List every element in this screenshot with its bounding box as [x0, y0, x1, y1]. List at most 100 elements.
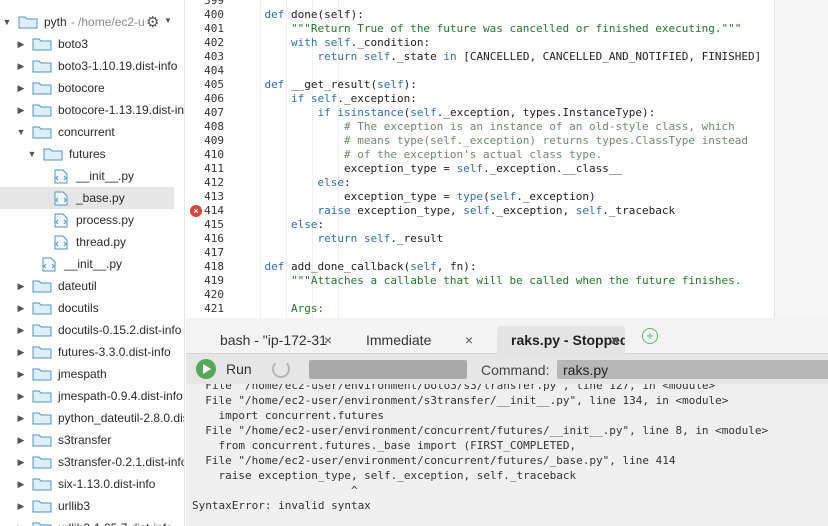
expand-right-icon[interactable]: ▶ [16, 39, 26, 50]
tree-folder[interactable]: ▶ botocore [0, 77, 184, 99]
line-gutter[interactable]: 399 400 401 402 403 404 405 406 407 408 409 410 411 4… [186, 0, 238, 318]
code-line[interactable]: with self._condition: [238, 36, 430, 50]
tree-item-label: docutils [58, 301, 99, 315]
folder-icon [32, 280, 52, 293]
code-line[interactable]: Args: [238, 302, 324, 316]
code-line[interactable]: else: [238, 176, 350, 190]
tree-folder[interactable]: ▶ boto3-1.10.19.dist-info [0, 55, 184, 77]
tree-folder[interactable]: ▶ urllib3-1.25.7.dist-info [0, 517, 184, 526]
code-line[interactable]: def __get_result(self): [238, 78, 417, 92]
code-line[interactable]: def done(self): [238, 8, 364, 22]
error-marker-icon[interactable]: × [190, 205, 202, 217]
expand-right-icon[interactable]: ▶ [16, 501, 26, 512]
tab-immediate[interactable]: Immediate × [352, 326, 479, 354]
tree-folder[interactable]: ▶ jmespath [0, 363, 184, 385]
code-line[interactable]: if self._exception: [238, 92, 417, 106]
close-icon[interactable]: × [465, 332, 473, 348]
code-line[interactable]: exception_type = self._exception.__class… [238, 162, 622, 176]
python-file-icon [54, 169, 68, 183]
expand-right-icon[interactable]: ▶ [16, 281, 26, 292]
runner-select[interactable] [309, 360, 467, 379]
code-line[interactable]: """Attaches a callable that will be call… [238, 274, 741, 288]
line-number: 401 [204, 22, 224, 35]
caret-down-icon[interactable]: ▼ [164, 16, 172, 25]
expand-right-icon[interactable]: ▶ [16, 347, 26, 358]
run-label: Run [226, 361, 252, 377]
expand-down-icon[interactable]: ▼ [27, 149, 37, 159]
expand-right-icon[interactable]: ▶ [16, 413, 26, 424]
code-token: else [317, 176, 344, 189]
code-token: ): [403, 78, 417, 91]
tree-folder[interactable]: ▼ concurrent [0, 121, 184, 143]
code-token: __get_result( [284, 78, 378, 91]
tree-folder[interactable]: ▶ docutils-0.15.2.dist-info [0, 319, 184, 341]
code-token: def [264, 78, 285, 91]
tree-file[interactable]: process.py [0, 209, 184, 231]
gear-icon[interactable]: ⚙ [146, 13, 159, 31]
code-line[interactable]: raise exception_type, self._exception, s… [238, 204, 675, 218]
tree-folder[interactable]: ▶ futures-3.3.0.dist-info [0, 341, 184, 363]
add-tab-icon[interactable]: + [642, 328, 658, 344]
code-line[interactable]: """Return True of the future was cancell… [238, 22, 741, 36]
tree-folder[interactable]: ▼ futures [0, 143, 184, 165]
folder-icon [32, 522, 52, 526]
run-button[interactable]: Run [196, 359, 252, 379]
expand-right-icon[interactable]: ▶ [16, 435, 26, 446]
code-line[interactable]: return self._result [238, 232, 443, 246]
tree-folder[interactable]: ▶ boto3 [0, 33, 184, 55]
tree-folder[interactable]: ▶ dateutil [0, 275, 184, 297]
code-line[interactable]: # The exception is an instance of an old… [238, 120, 735, 134]
tree-folder[interactable]: ▶ docutils [0, 297, 184, 319]
tree-folder[interactable]: ▶ jmespath-0.9.4.dist-info [0, 385, 184, 407]
expand-right-icon[interactable]: ▶ [16, 61, 26, 72]
tree-file[interactable]: thread.py [0, 231, 184, 253]
expand-right-icon[interactable]: ▶ [16, 479, 26, 490]
command-input[interactable] [557, 360, 828, 379]
tree-file[interactable]: _base.py [0, 187, 174, 209]
code-line[interactable]: exception_type = type(self._exception) [238, 190, 596, 204]
code-token: ._condition: [350, 36, 431, 49]
tab-raks-py[interactable]: raks.py - Stopped × [497, 326, 625, 354]
close-icon[interactable]: × [611, 332, 619, 348]
expand-down-icon[interactable]: ▼ [16, 127, 26, 137]
python-file-icon [42, 257, 56, 271]
code-editor[interactable]: 399 400 401 402 403 404 405 406 407 408 409 410 411 4… [186, 0, 828, 318]
expand-right-icon[interactable]: ▶ [16, 369, 26, 380]
tree-folder[interactable]: ▶ urllib3 [0, 495, 184, 517]
tree-folder[interactable]: ▶ s3transfer [0, 429, 184, 451]
expand-right-icon[interactable]: ▶ [16, 105, 26, 116]
command-label: Command: [481, 362, 550, 378]
code-line[interactable]: return self._state in [CANCELLED, CANCEL… [238, 50, 761, 64]
code-line[interactable]: if isinstance(self._exception, types.Ins… [238, 106, 655, 120]
close-icon[interactable]: × [324, 332, 332, 348]
output-console[interactable]: File "/home/ec2-user/environment/boto3/s… [186, 384, 828, 526]
tree-file[interactable]: __init__.py [0, 253, 184, 275]
code-token: Args: [290, 302, 325, 315]
restart-icon[interactable] [272, 360, 290, 378]
tree-folder[interactable]: ▶ s3transfer-0.2.1.dist-info [0, 451, 184, 473]
tree-item-label: _base.py [76, 191, 125, 205]
tree-folder[interactable]: ▶ botocore-1.13.19.dist-info [0, 99, 184, 121]
expand-right-icon[interactable]: ▶ [16, 303, 26, 314]
tree-item-label: docutils-0.15.2.dist-info [58, 323, 182, 337]
code-line[interactable]: # of the exception's actual class type. [238, 148, 602, 162]
expand-right-icon[interactable]: ▶ [16, 523, 26, 526]
tree-folder[interactable]: ▶ python_dateutil-2.8.0.dis [0, 407, 184, 429]
tab-bash[interactable]: bash - "ip-172-31 × [206, 326, 338, 354]
code-token: ._state [390, 50, 444, 63]
expand-right-icon[interactable]: ▶ [16, 83, 26, 94]
tree-folder[interactable]: ▶ six-1.13.0.dist-info [0, 473, 184, 495]
code-line[interactable]: def add_done_callback(self, fn): [238, 260, 477, 274]
tree-file[interactable]: __init__.py [0, 165, 184, 187]
code-line[interactable]: # means type(self._exception) returns ty… [238, 134, 748, 148]
code-line[interactable]: else: [238, 218, 324, 232]
expand-right-icon[interactable]: ▶ [16, 457, 26, 468]
expand-down-icon[interactable]: ▼ [2, 17, 12, 27]
code-area[interactable]: def done(self): """Return True of the fu… [238, 0, 774, 318]
expand-right-icon[interactable]: ▶ [16, 325, 26, 336]
file-tree: ▼ pyth - /home/ec2-u ⚙ ▼ ▶ boto3 ▶ boto3-1.… [0, 0, 185, 526]
expand-right-icon[interactable]: ▶ [16, 391, 26, 402]
